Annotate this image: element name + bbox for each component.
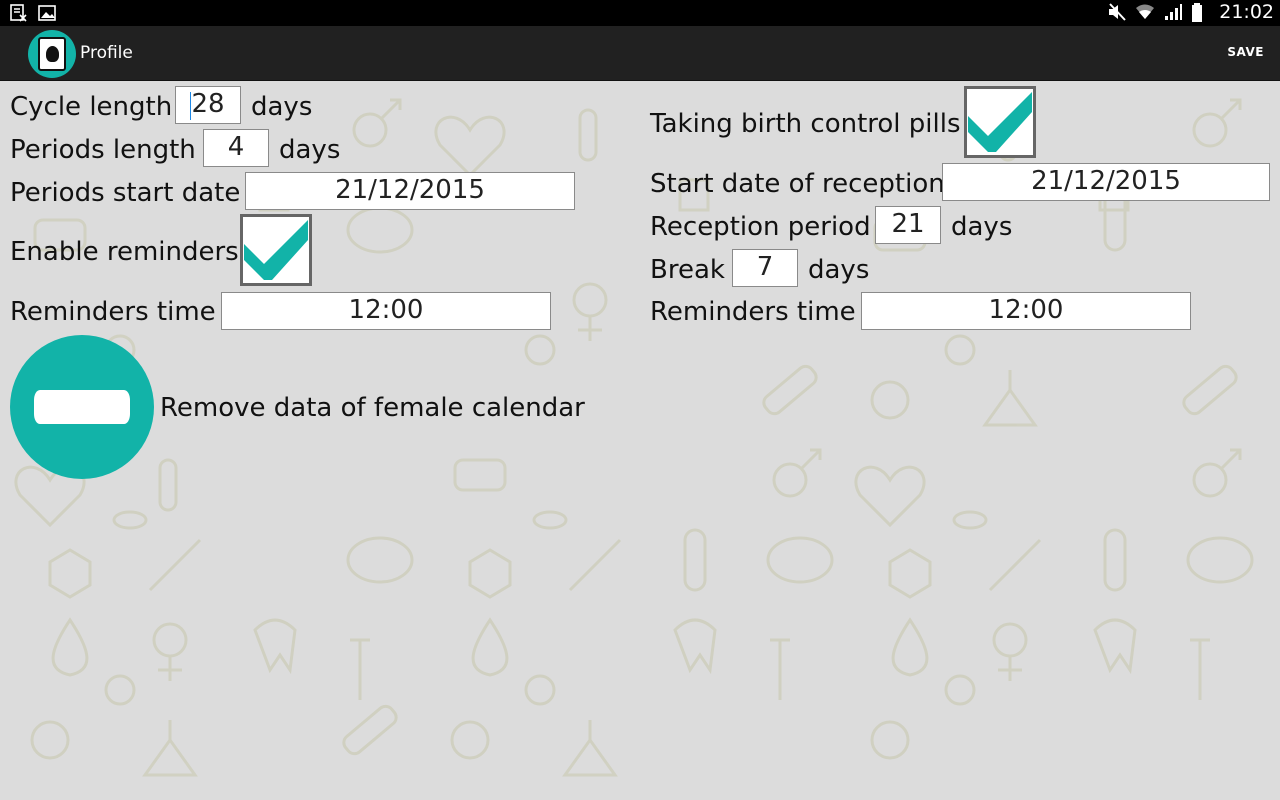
left-reminders-time-input[interactable]: 12:00 <box>221 292 551 330</box>
signal-icon <box>1163 3 1183 21</box>
clock: 21:02 <box>1219 1 1274 23</box>
birth-control-label: Taking birth control pills <box>650 109 961 139</box>
mute-icon <box>1107 3 1126 21</box>
minus-icon <box>34 390 130 424</box>
cycle-length-label: Cycle length <box>10 92 173 122</box>
birth-control-checkbox[interactable] <box>964 86 1036 158</box>
break-unit: days <box>808 255 870 285</box>
right-reminders-time-label: Reminders time <box>650 297 856 327</box>
periods-start-label: Periods start date <box>10 178 241 208</box>
remove-data-label[interactable]: Remove data of female calendar <box>160 393 585 423</box>
cycle-length-unit: days <box>251 92 313 122</box>
status-bar: 21:02 <box>0 0 1280 26</box>
start-reception-label: Start date of reception <box>650 169 945 199</box>
wifi-icon <box>1135 3 1155 21</box>
break-input[interactable]: 7 <box>732 249 798 287</box>
app-logo-icon[interactable] <box>28 30 76 78</box>
remove-data-button[interactable] <box>10 335 154 479</box>
battery-icon <box>1191 3 1209 22</box>
enable-reminders-label: Enable reminders <box>10 237 239 267</box>
cycle-length-input[interactable]: 28 <box>175 86 241 124</box>
periods-length-input[interactable]: 4 <box>203 129 269 167</box>
left-reminders-time-label: Reminders time <box>10 297 216 327</box>
start-reception-date-input[interactable]: 21/12/2015 <box>942 163 1270 201</box>
page-title: Profile <box>80 43 133 63</box>
reception-period-unit: days <box>951 212 1013 242</box>
image-icon <box>38 4 56 22</box>
break-label: Break <box>650 255 725 285</box>
save-button[interactable]: SAVE <box>1227 45 1264 59</box>
doc-x-icon <box>10 4 28 22</box>
periods-length-label: Periods length <box>10 135 196 165</box>
enable-reminders-checkbox[interactable] <box>240 214 312 286</box>
checkmark-icon <box>968 92 1032 152</box>
right-reminders-time-input[interactable]: 12:00 <box>861 292 1191 330</box>
periods-start-date-input[interactable]: 21/12/2015 <box>245 172 575 210</box>
checkmark-icon <box>244 220 308 280</box>
periods-length-unit: days <box>279 135 341 165</box>
profile-form: Cycle length 28 days Periods length 4 da… <box>0 80 1280 800</box>
action-bar: Profile SAVE <box>0 26 1280 81</box>
reception-period-input[interactable]: 21 <box>875 206 941 244</box>
reception-period-label: Reception period <box>650 212 871 242</box>
